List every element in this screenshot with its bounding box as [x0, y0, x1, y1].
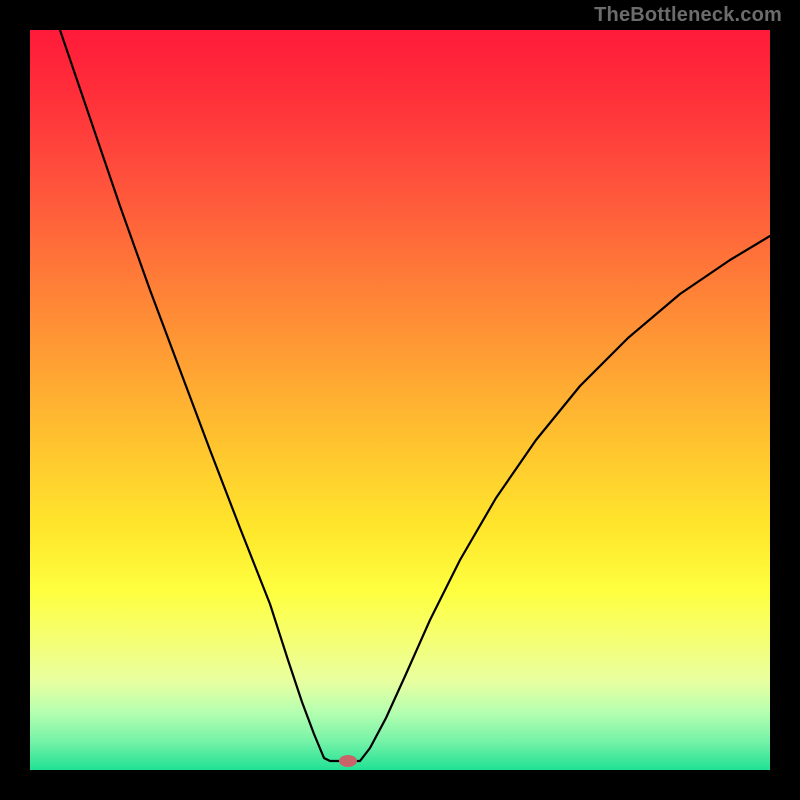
min-marker — [339, 755, 357, 767]
plot-area — [30, 30, 770, 770]
chart-frame: TheBottleneck.com — [0, 0, 800, 800]
watermark-text: TheBottleneck.com — [594, 4, 782, 27]
bottleneck-curve — [60, 30, 770, 761]
chart-svg — [30, 30, 770, 770]
